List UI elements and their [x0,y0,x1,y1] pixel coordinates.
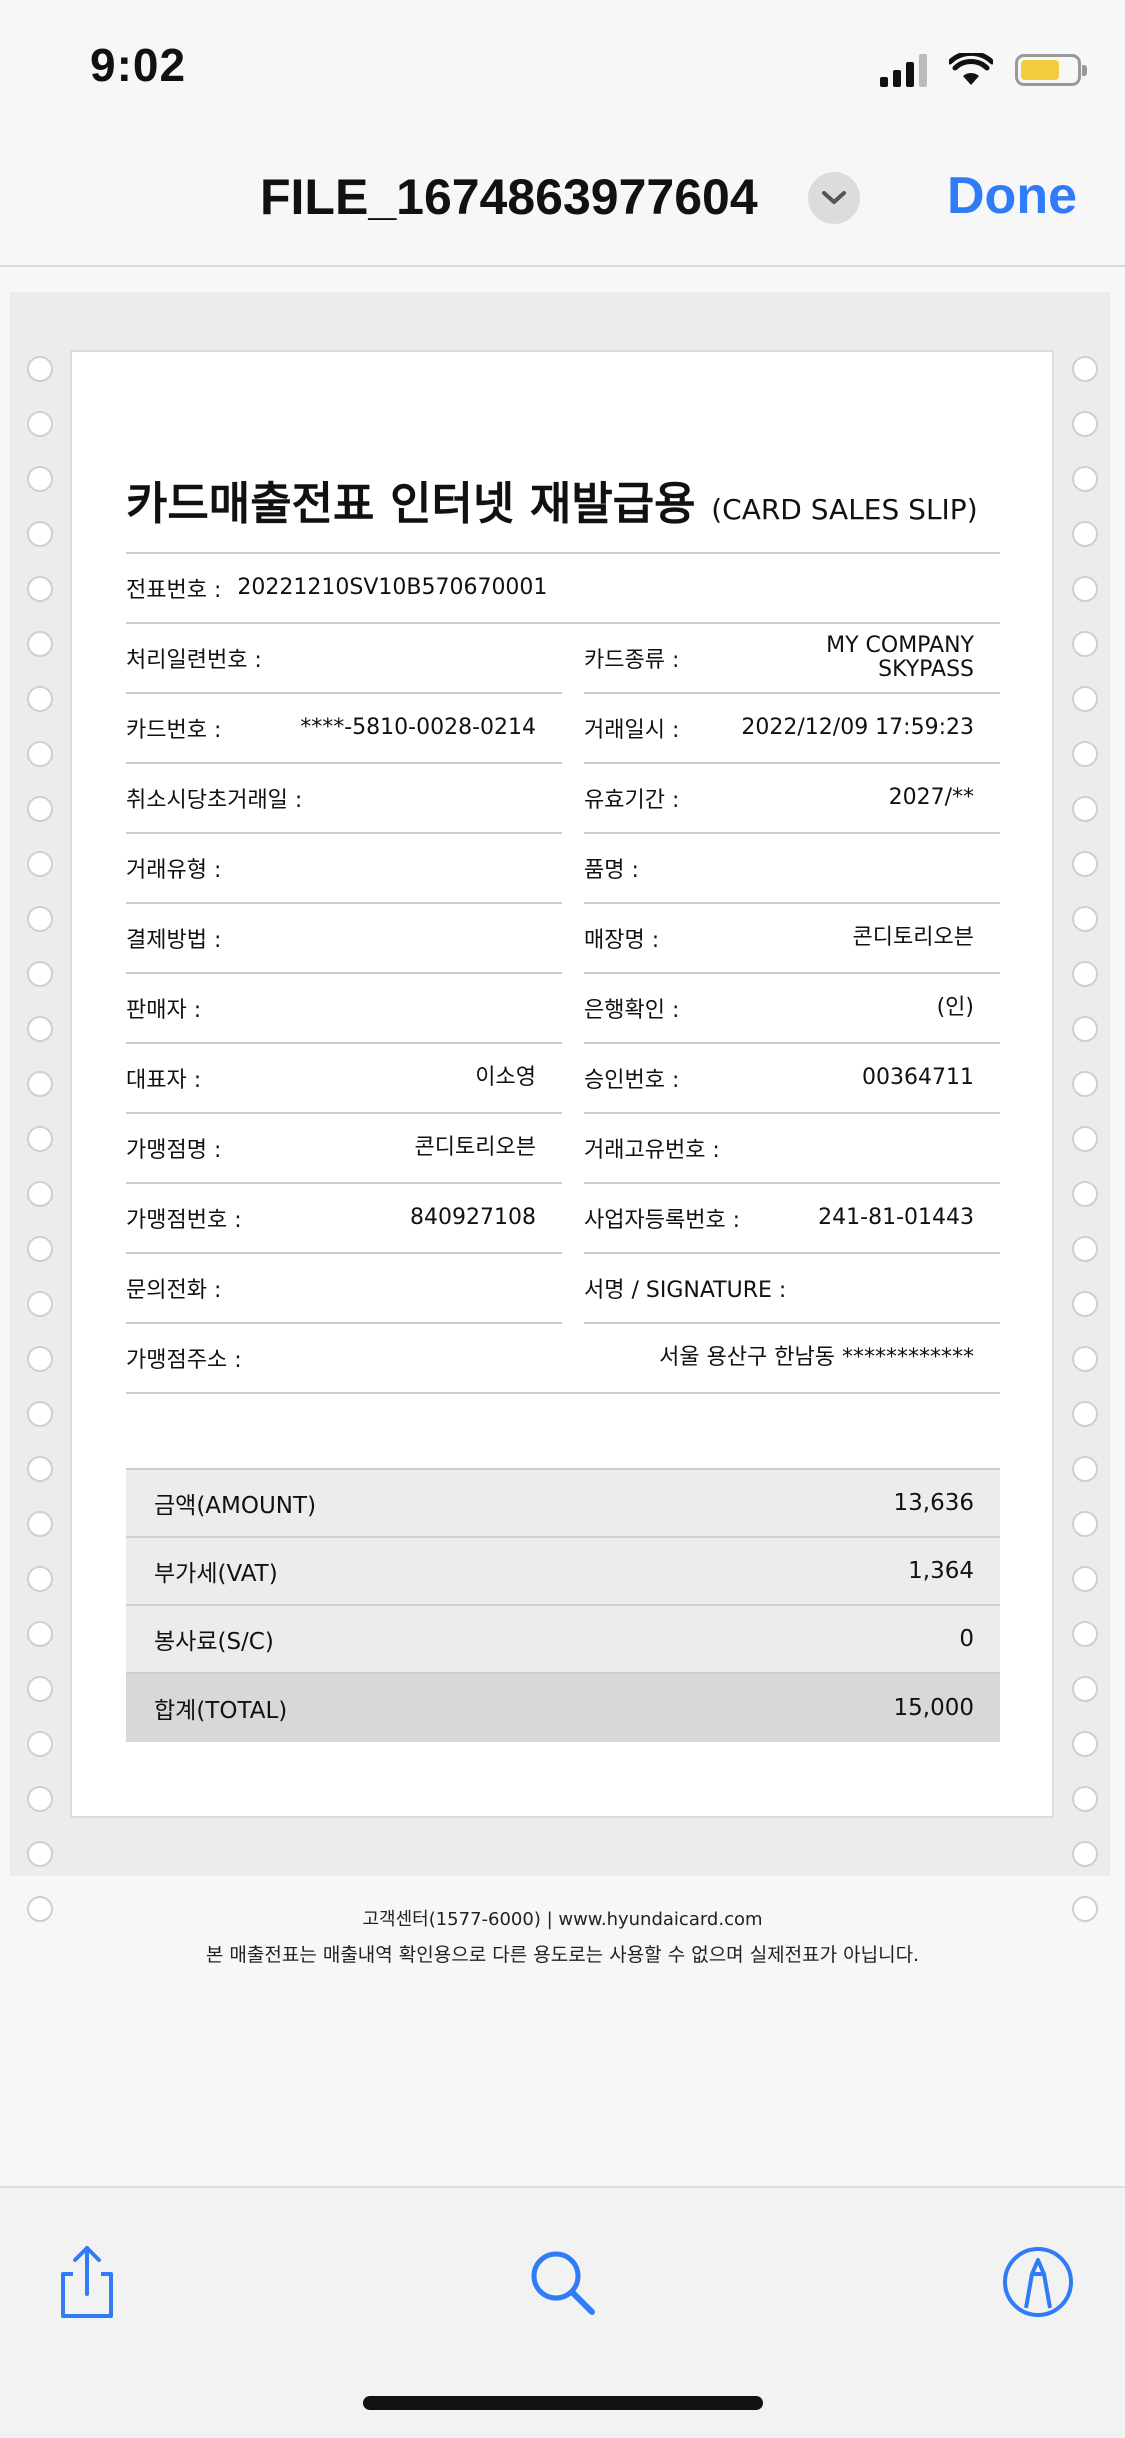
field-label: 취소시당초거래일 : [126,788,303,813]
field-label: 대표자 : [126,1068,202,1093]
field-row-right: 서명 / SIGNATURE : [584,1254,1000,1324]
summary-value: 15,000 [893,1695,974,1721]
field-label: 유효기간 : [584,788,680,813]
home-indicator[interactable] [363,2396,763,2410]
field-row-left: 문의전화 : [126,1254,562,1324]
field-row-left: 결제방법 : [126,904,562,974]
field-label: 전표번호 : [126,578,222,603]
field-label: 가맹점주소 : [126,1348,242,1373]
slip-title: 카드매출전표 인터넷 재발급용 (CARD SALES SLIP) [126,467,978,532]
field-label: 사업자등록번호 : [584,1208,741,1233]
summary-label: 봉사료(S/C) [154,1629,274,1655]
field-row-left: 가맹점명 : 콘디토리오븐 [126,1114,562,1184]
field-row-right: 카드종류 : MY COMPANY SKYPASS [584,624,1000,694]
summary-label: 부가세(VAT) [154,1561,278,1587]
field-label: 품명 : [584,858,639,883]
wifi-icon [949,53,993,85]
field-label: 매장명 : [584,928,660,953]
field-row-left: 처리일련번호 : [126,624,562,694]
search-icon [531,2251,595,2315]
markup-icon [1003,2247,1073,2317]
field-label: 가맹점번호 : [126,1208,242,1233]
field-row-right: 유효기간 : 2027/** [584,764,1000,834]
search-button[interactable] [522,2242,602,2322]
summary-label: 합계(TOTAL) [154,1698,288,1724]
field-label: 거래유형 : [126,858,222,883]
field-value: 서울 용산구 한남동 ************ [659,1344,974,1370]
field-value: 241-81-01443 [818,1204,974,1230]
field-label: 처리일련번호 : [126,648,262,673]
field-value: 2022/12/09 17:59:23 [741,714,974,740]
field-label: 문의전화 : [126,1278,222,1303]
field-value: (인) [936,994,974,1020]
field-label: 결제방법 : [126,928,222,953]
field-row-right: 거래고유번호 : [584,1114,1000,1184]
markup-button[interactable] [998,2242,1078,2322]
battery-icon [1015,54,1087,86]
status-bar: 9:02 [0,0,1125,130]
field-value: 840927108 [410,1204,536,1230]
field-label: 카드번호 : [126,718,222,743]
field-row-left: 거래유형 : [126,834,562,904]
perforation-left [27,356,53,1951]
field-value: MY COMPANY SKYPASS [826,632,1000,682]
summary-row-vat: 부가세(VAT) 1,364 [126,1538,1000,1606]
summary-row-amount: 금액(AMOUNT) 13,636 [126,1470,1000,1538]
field-row-left: 가맹점번호 : 840927108 [126,1184,562,1254]
perforation-right [1072,356,1098,1951]
summary-value: 13,636 [893,1490,974,1516]
cellular-signal-icon [880,53,927,87]
title-menu-button[interactable] [808,172,860,224]
share-icon [61,2246,113,2318]
field-row-left: 취소시당초거래일 : [126,764,562,834]
field-label: 가맹점명 : [126,1138,222,1163]
status-icons [880,48,1087,92]
field-row-right: 품명 : [584,834,1000,904]
summary-row-total: 합계(TOTAL) 15,000 [126,1674,1000,1742]
field-label: 승인번호 : [584,1068,680,1093]
chevron-down-icon [822,191,846,204]
field-value: 콘디토리오븐 [414,1134,536,1160]
field-value: 콘디토리오븐 [852,924,974,950]
file-title: FILE_1674863977604 [260,169,758,225]
field-row-left: 카드번호 : ****-5810-0028-0214 [126,694,562,764]
slip-title-sub: (CARD SALES SLIP) [711,493,978,526]
summary-row-service-charge: 봉사료(S/C) 0 [126,1606,1000,1674]
field-value: 00364711 [862,1064,974,1090]
field-value: 2027/** [888,784,974,810]
field-row-left: 판매자 : [126,974,562,1044]
address-row: 가맹점주소 : 서울 용산구 한남동 ************ [126,1324,1000,1394]
summary-value: 1,364 [908,1558,974,1584]
field-value: ****-5810-0028-0214 [300,714,536,740]
share-button[interactable] [45,2242,125,2322]
field-value: 이소영 [475,1064,536,1090]
summary-value: 0 [959,1626,974,1652]
field-row-right: 사업자등록번호 : 241-81-01443 [584,1184,1000,1254]
amount-summary: 금액(AMOUNT) 13,636 부가세(VAT) 1,364 봉사료(S/C) 0… [126,1468,1000,1742]
status-time: 9:02 [90,39,187,91]
footer-disclaimer: 본 매출전표는 매출내역 확인용으로 다른 용도로는 사용할 수 없으며 실제전… [205,1944,920,1966]
field-row-right: 은행확인 : (인) [584,974,1000,1044]
field-row-right: 거래일시 : 2022/12/09 17:59:23 [584,694,1000,764]
field-label: 판매자 : [126,998,202,1023]
field-label: 서명 / SIGNATURE : [584,1278,787,1303]
summary-label: 금액(AMOUNT) [154,1493,317,1519]
done-button[interactable]: Done [947,166,1077,226]
field-label: 거래고유번호 : [584,1138,720,1163]
slip-number-row: 전표번호 : 20221210SV10B570670001 [126,554,1000,624]
footer-contact: 고객센터(1577-6000) | www.hyundaicard.com [362,1909,763,1930]
field-row-right: 매장명 : 콘디토리오븐 [584,904,1000,974]
sales-slip-sheet: 카드매출전표 인터넷 재발급용 (CARD SALES SLIP) 전표번호 :… [70,350,1054,1818]
field-label: 은행확인 : [584,998,680,1023]
field-row-right: 승인번호 : 00364711 [584,1044,1000,1114]
navigation-bar: FILE_1674863977604 Done [0,130,1125,267]
card-type-line1: MY COMPANY [826,632,974,658]
field-label: 거래일시 : [584,718,680,743]
field-row-left: 대표자 : 이소영 [126,1044,562,1114]
card-type-line2: SKYPASS [878,657,974,682]
field-label: 카드종류 : [584,648,680,673]
field-value: 20221210SV10B570670001 [237,574,548,600]
slip-title-main: 카드매출전표 인터넷 재발급용 [126,477,696,530]
